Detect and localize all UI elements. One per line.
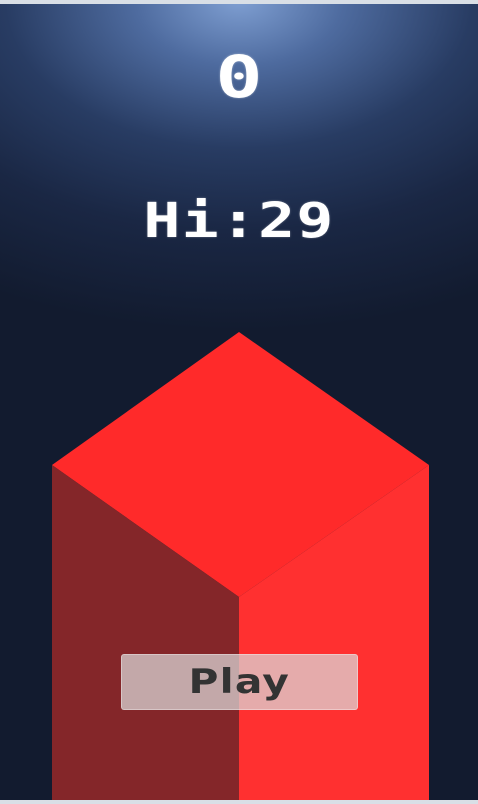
game-screen: 0 Hi:29 Play <box>0 0 478 804</box>
play-button-label: Play <box>188 662 291 702</box>
window-bottom-edge <box>0 800 478 804</box>
play-button[interactable]: Play <box>121 654 358 710</box>
